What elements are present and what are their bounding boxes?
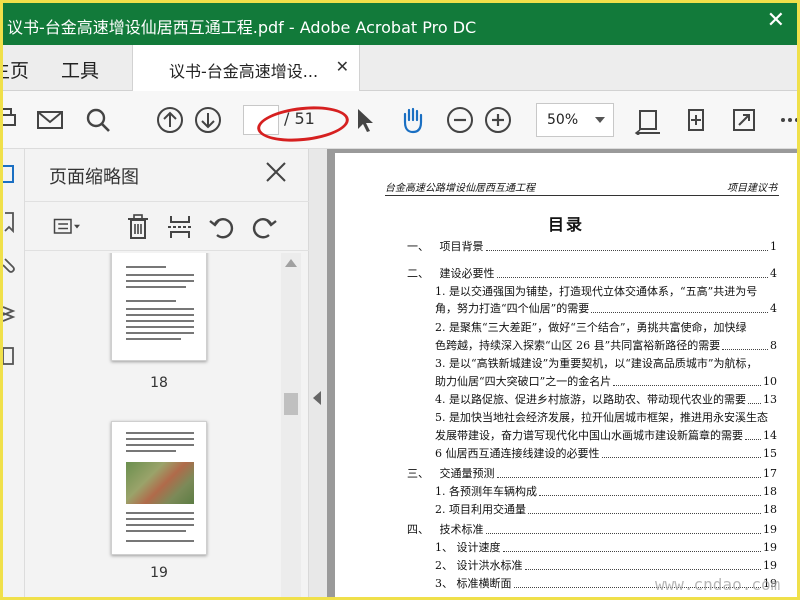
panel-toolbar <box>25 201 309 251</box>
thumbnail-label: 19 <box>150 565 168 581</box>
document-view[interactable]: 台金高速公路增设仙居西互通工程 项目建议书 目录 一、 项目背景 1 二、 建设必… <box>327 149 797 597</box>
thumbnail-list: 18 19 <box>25 253 309 597</box>
toolbar: / 51 50% <box>3 91 797 149</box>
bookmarks-icon[interactable] <box>3 211 21 234</box>
panel-close-icon[interactable] <box>263 159 289 185</box>
toc-entry[interactable]: 二、 建设必要性 4 <box>407 266 777 282</box>
email-icon[interactable] <box>33 103 67 137</box>
next-page-icon[interactable] <box>191 103 225 137</box>
delete-page-icon[interactable] <box>123 212 153 242</box>
thumbnail-panel: 页面缩略图 18 19 <box>25 149 309 597</box>
rotate-icon[interactable] <box>679 103 713 137</box>
thumbnail-scrollbar[interactable] <box>281 253 301 597</box>
more-icon[interactable] <box>775 103 797 137</box>
zoom-select[interactable]: 50% <box>536 103 614 137</box>
title-bar: 议书-台金高速增设仙居西互通工程.pdf - Adobe Acrobat Pro… <box>3 3 797 45</box>
toc-entry[interactable]: 4. 是以路促旅、促进乡村旅游，以路助农、带动现代农业的需要 13 <box>435 392 777 408</box>
layers-icon[interactable] <box>3 301 21 323</box>
scroll-up-icon[interactable] <box>285 259 297 267</box>
toc-entry[interactable]: 6 仙居西互通连接线建设的必要性 15 <box>435 446 777 462</box>
menu-home[interactable]: 主页 <box>3 56 29 83</box>
tab-bar: 主页 工具 议书-台金高速增设... ✕ <box>3 45 797 91</box>
toc-entry[interactable]: 色跨越，持续深入探索“山区 26 县”共同富裕新路径的需要 8 <box>435 338 777 354</box>
toc-entry[interactable]: 角，努力打造“四个仙居”的需要 4 <box>435 301 777 317</box>
rotate-right-icon[interactable] <box>249 212 279 242</box>
tab-close-button[interactable]: ✕ <box>336 57 349 76</box>
fit-page-icon[interactable] <box>631 103 665 137</box>
toc-entry-line[interactable]: 2. 是聚焦“三大差距”，做好“三个结合”，勇挑共富使命，加快绿 <box>435 320 747 336</box>
pdf-page: 台金高速公路增设仙居西互通工程 项目建议书 目录 一、 项目背景 1 二、 建设必… <box>335 153 797 597</box>
zoom-in-icon[interactable] <box>481 103 515 137</box>
thumbnail-label: 18 <box>150 375 168 391</box>
toc-entry-line[interactable]: 5. 是加快当地社会经济发展，拉开仙居城市框架，推进用永安溪生态 <box>435 410 768 426</box>
attachments-icon[interactable] <box>3 253 21 275</box>
extract-page-icon[interactable] <box>165 212 195 242</box>
hand-tool-icon[interactable] <box>395 103 429 137</box>
prev-page-icon[interactable] <box>153 103 187 137</box>
left-icon-rail <box>3 149 25 597</box>
toc-entry-line[interactable]: 1. 是以交通强国为铺垫，打造现代立体交通体系，“五高”共进为号 <box>435 284 757 300</box>
toc-entry[interactable]: 1、 设计速度 19 <box>435 540 777 556</box>
thumbnail-options-icon[interactable] <box>53 212 93 242</box>
thumbnails-icon[interactable] <box>3 163 21 185</box>
tab-document[interactable]: 议书-台金高速增设... ✕ <box>132 45 360 91</box>
search-icon[interactable] <box>81 103 115 137</box>
toc-entry-line[interactable]: 3. 是以“高铁新城建设”为重要契机，以“建设高品质城市”为航标， <box>435 356 758 372</box>
print-icon[interactable] <box>3 103 23 137</box>
select-cursor-icon[interactable] <box>347 103 381 137</box>
thumbnail-map-image <box>126 462 194 504</box>
header-rule <box>385 195 779 196</box>
toc-entry[interactable]: 2. 项目利用交通量 18 <box>435 502 777 518</box>
toc-entry[interactable]: 2、 设计洪水标准 19 <box>435 558 777 574</box>
fullscreen-icon[interactable] <box>727 103 761 137</box>
toc-entry[interactable]: 一、 项目背景 1 <box>407 239 777 255</box>
app-window: 议书-台金高速增设仙居西互通工程.pdf - Adobe Acrobat Pro… <box>3 3 797 597</box>
zoom-out-icon[interactable] <box>443 103 477 137</box>
toc-entry[interactable]: 1. 各预测年车辆构成 18 <box>435 484 777 500</box>
rotate-left-icon[interactable] <box>207 212 237 242</box>
toc-entry[interactable]: 四、 技术标准 19 <box>407 522 777 538</box>
page-info-icon[interactable] <box>3 345 21 367</box>
window-title: 议书-台金高速增设仙居西互通工程.pdf - Adobe Acrobat Pro… <box>7 18 477 37</box>
toc-entry[interactable]: 助力仙居“四大突破口”之一的金名片 10 <box>435 374 777 390</box>
tab-label: 议书-台金高速增设... <box>169 62 319 81</box>
menu-tools[interactable]: 工具 <box>61 56 99 83</box>
page-header-left: 台金高速公路增设仙居西互通工程 <box>385 183 535 194</box>
toc-title: 目录 <box>547 215 584 234</box>
thumbnail-page-19[interactable] <box>111 421 207 555</box>
toc-entry[interactable]: 三、 交通量预测 17 <box>407 466 777 482</box>
zoom-value: 50% <box>547 112 579 128</box>
panel-title: 页面缩略图 <box>49 167 139 188</box>
chevron-down-icon <box>595 117 605 123</box>
page-header-right: 项目建议书 <box>727 183 777 194</box>
window-close-button[interactable]: ✕ <box>767 10 785 32</box>
thumbnail-page-18[interactable] <box>111 253 207 361</box>
collapse-panel-icon[interactable] <box>313 391 321 405</box>
watermark-text: www.cndao.com <box>655 575 781 594</box>
toc-entry[interactable]: 发展带建设，奋力谱写现代化中国山水画城市建设新篇章的需要 14 <box>435 428 777 444</box>
panel-splitter[interactable] <box>309 149 327 597</box>
scrollbar-thumb[interactable] <box>284 393 298 415</box>
